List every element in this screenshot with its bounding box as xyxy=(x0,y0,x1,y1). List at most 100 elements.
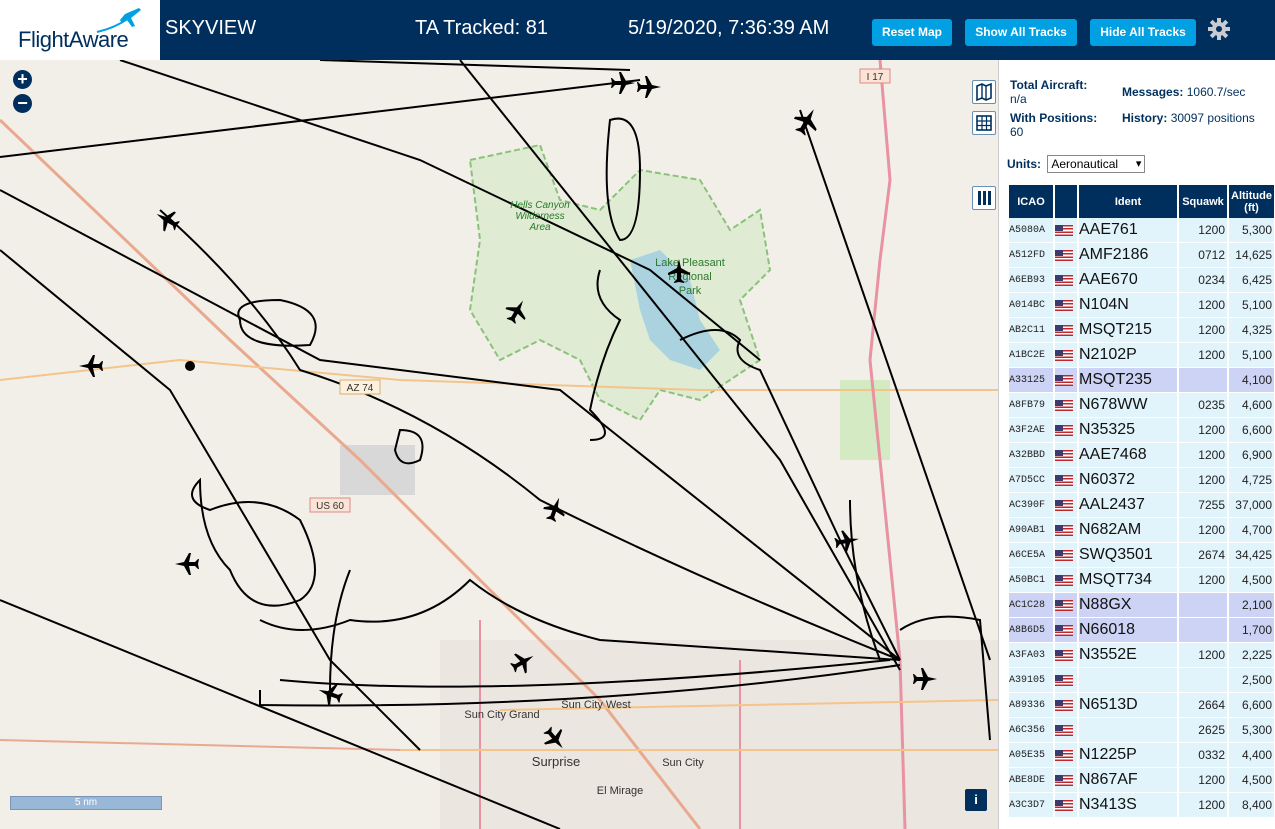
table-row[interactable]: A50BC1 MSQT734 1200 4,500 xyxy=(1009,568,1274,593)
icao-cell: A6C356 xyxy=(1009,718,1053,743)
altitude-cell: 4,500 xyxy=(1229,768,1274,793)
altitude-cell: 37,000 xyxy=(1229,493,1274,518)
map-layers-button[interactable] xyxy=(972,80,996,104)
column-header-squawk[interactable]: Squawk xyxy=(1179,185,1227,218)
altitude-cell: 4,325 xyxy=(1229,318,1274,343)
columns-icon xyxy=(978,191,991,205)
flag-cell xyxy=(1055,393,1077,418)
aircraft-icon[interactable] xyxy=(832,526,862,556)
label-el-mirage: El Mirage xyxy=(597,785,643,797)
table-row[interactable]: AB2C11 MSQT215 1200 4,325 xyxy=(1009,318,1274,343)
flightaware-logo[interactable]: FlightAware xyxy=(0,0,160,60)
us-flag-icon xyxy=(1055,425,1073,437)
ident-cell: AAE761 xyxy=(1079,218,1177,243)
icao-cell: A32BBD xyxy=(1009,443,1053,468)
squawk-cell: 7255 xyxy=(1179,493,1227,518)
table-row[interactable]: A89336 N6513D 2664 6,600 xyxy=(1009,693,1274,718)
aircraft-icon[interactable] xyxy=(608,68,638,98)
us-flag-icon xyxy=(1055,500,1073,512)
column-header-altitude[interactable]: Altitude (ft) xyxy=(1229,185,1274,218)
squawk-cell: 1200 xyxy=(1179,318,1227,343)
table-row[interactable]: A6EB93 AAE670 0234 6,425 xyxy=(1009,268,1274,293)
flag-cell xyxy=(1055,543,1077,568)
aircraft-icon[interactable] xyxy=(910,664,940,694)
column-header-ident[interactable]: Ident xyxy=(1079,185,1177,218)
table-row[interactable]: A3F2AE N35325 1200 6,600 xyxy=(1009,418,1274,443)
aircraft-icon[interactable] xyxy=(315,679,345,709)
us-flag-icon xyxy=(1055,750,1073,762)
altitude-cell: 4,400 xyxy=(1229,743,1274,768)
zoom-in-button[interactable]: + xyxy=(13,70,32,89)
flag-cell xyxy=(1055,793,1077,818)
ident-cell: N60372 xyxy=(1079,468,1177,493)
aircraft-icon[interactable] xyxy=(508,647,538,677)
aircraft-icon[interactable] xyxy=(152,205,182,235)
aircraft-icon[interactable] xyxy=(540,724,570,754)
table-row[interactable]: A6C356 2625 5,300 xyxy=(1009,718,1274,743)
gear-icon[interactable] xyxy=(1206,16,1232,42)
flag-cell xyxy=(1055,218,1077,243)
squawk-cell xyxy=(1179,593,1227,618)
table-row[interactable]: A90AB1 N682AM 1200 4,700 xyxy=(1009,518,1274,543)
altitude-cell: 2,100 xyxy=(1229,593,1274,618)
aircraft-icon[interactable] xyxy=(634,72,664,102)
table-row[interactable]: A32BBD AAE7468 1200 6,900 xyxy=(1009,443,1274,468)
table-row[interactable]: A3C3D7 N3413S 1200 8,400 xyxy=(1009,793,1274,818)
squawk-cell: 2625 xyxy=(1179,718,1227,743)
aircraft-icon[interactable] xyxy=(76,351,106,381)
table-row[interactable]: A1BC2E N2102P 1200 5,100 xyxy=(1009,343,1274,368)
aircraft-icon[interactable] xyxy=(790,104,824,138)
map-view[interactable]: Hells Canyon Wilderness Area Lake Pleasant… xyxy=(0,60,998,829)
aircraft-table: ICAO Ident Squawk Altitude (ft) A5080A AA… xyxy=(1007,185,1275,818)
label-az74: AZ 74 xyxy=(347,383,374,394)
table-row[interactable]: A7D5CC N60372 1200 4,725 xyxy=(1009,468,1274,493)
us-flag-icon xyxy=(1055,400,1073,412)
squawk-cell: 1200 xyxy=(1179,518,1227,543)
us-flag-icon xyxy=(1055,550,1073,562)
ident-cell: N35325 xyxy=(1079,418,1177,443)
aircraft-icon[interactable] xyxy=(172,549,202,579)
messages-stat: Messages: 1060.7/sec xyxy=(1122,85,1245,99)
ident-cell: N678WW xyxy=(1079,393,1177,418)
grid-button[interactable] xyxy=(972,111,996,135)
label-us60: US 60 xyxy=(316,501,344,512)
with-positions-value: 60 xyxy=(1010,125,1024,139)
table-row[interactable]: A8FB79 N678WW 0235 4,600 xyxy=(1009,393,1274,418)
table-row[interactable]: A014BC N104N 1200 5,100 xyxy=(1009,293,1274,318)
table-row[interactable]: A33125 MSQT235 4,100 xyxy=(1009,368,1274,393)
aircraft-icon[interactable] xyxy=(664,256,694,286)
column-header-icao[interactable]: ICAO xyxy=(1009,185,1053,218)
table-row[interactable]: A8B6D5 N66018 1,700 xyxy=(1009,618,1274,643)
info-button[interactable]: i xyxy=(965,789,987,811)
table-row[interactable]: AC1C28 N88GX 2,100 xyxy=(1009,593,1274,618)
column-header-flag[interactable] xyxy=(1055,185,1077,218)
table-row[interactable]: A6CE5A SWQ3501 2674 34,425 xyxy=(1009,543,1274,568)
squawk-cell: 1200 xyxy=(1179,768,1227,793)
table-row[interactable]: A39105 2,500 xyxy=(1009,668,1274,693)
ident-cell: AAL2437 xyxy=(1079,493,1177,518)
toggle-sidebar-button[interactable] xyxy=(972,186,996,210)
squawk-cell: 0234 xyxy=(1179,268,1227,293)
aircraft-icon[interactable] xyxy=(502,296,532,326)
table-row[interactable]: A512FD AMF2186 0712 14,625 xyxy=(1009,243,1274,268)
altitude-cell: 8,400 xyxy=(1229,793,1274,818)
table-row[interactable]: A5080A AAE761 1200 5,300 xyxy=(1009,218,1274,243)
table-row[interactable]: A05E35 N1225P 0332 4,400 xyxy=(1009,743,1274,768)
hide-all-tracks-button[interactable]: Hide All Tracks xyxy=(1090,19,1196,46)
ident-cell: N66018 xyxy=(1079,618,1177,643)
zoom-out-button[interactable]: − xyxy=(13,94,32,113)
aircraft-icon[interactable] xyxy=(540,494,570,524)
icao-cell: A7D5CC xyxy=(1009,468,1053,493)
icao-cell: A3FA03 xyxy=(1009,643,1053,668)
show-all-tracks-button[interactable]: Show All Tracks xyxy=(965,19,1077,46)
altitude-cell: 6,600 xyxy=(1229,418,1274,443)
table-row[interactable]: AC390F AAL2437 7255 37,000 xyxy=(1009,493,1274,518)
flag-cell xyxy=(1055,768,1077,793)
squawk-cell: 2664 xyxy=(1179,693,1227,718)
table-row[interactable]: ABE8DE N867AF 1200 4,500 xyxy=(1009,768,1274,793)
reset-map-button[interactable]: Reset Map xyxy=(872,19,952,46)
us-flag-icon xyxy=(1055,675,1073,687)
units-select[interactable]: Aeronautical xyxy=(1047,155,1146,173)
squawk-cell: 0712 xyxy=(1179,243,1227,268)
table-row[interactable]: A3FA03 N3552E 1200 2,225 xyxy=(1009,643,1274,668)
